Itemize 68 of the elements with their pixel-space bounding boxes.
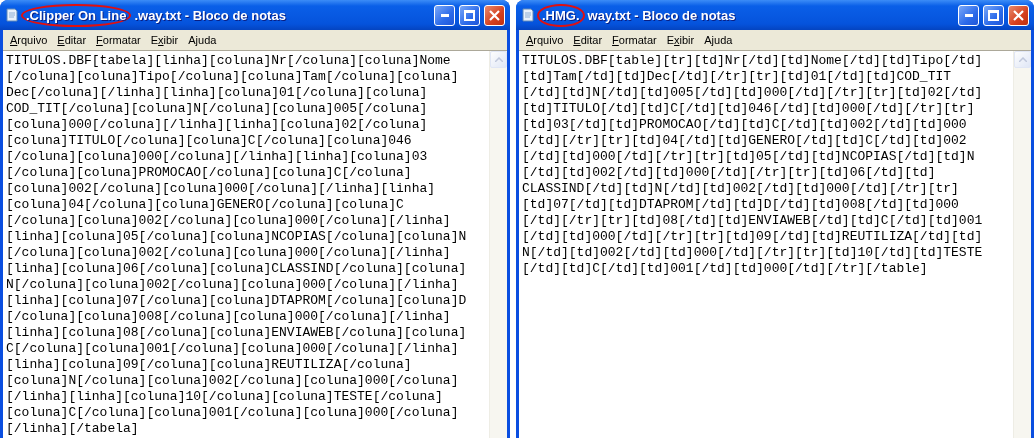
text-line: [/td][td]000[/td][/tr][tr][td]09[/td][td]REUTILIZA[/td][td] [522,229,983,245]
menu-item[interactable]: Formatar [91,31,146,49]
text-line: [/linha][/tabela] [6,421,139,437]
text-line: [td]07[/td][td]DTAPROM[/td][td]D[/td][td]008[/td][td]000 [522,197,959,213]
menu-item[interactable]: Arquivo [521,31,569,49]
text-line: [/td][/tr][tr][td]04[/td][td]GENERO[/td][td]C[/td][td]002 [522,133,967,149]
menu-item[interactable]: Editar [52,31,92,49]
text-line: COD_TIT[/coluna][coluna]N[/coluna][coluna]005[/coluna] [6,101,428,117]
menu-item[interactable]: Arquivo [5,31,53,49]
notepad-icon [520,7,536,23]
text-line: [linha][coluna]06[/coluna][coluna]CLASSIND[/coluna][coluna] [6,261,467,277]
text-line: [/td][td]N[/td][td]005[/td][td]000[/td][/tr][tr][td]02[/td] [522,85,983,101]
text-line: TITULOS.DBF[tabela][linha][coluna]Nr[/coluna][coluna]Nome [6,53,451,69]
maximize-button[interactable] [459,4,480,26]
text-line: [/coluna][coluna]002[/coluna][coluna]000[/coluna][/linha] [6,213,451,229]
maximize-icon [988,9,999,21]
text-line: C[/coluna][coluna]001[/coluna][coluna]000[/coluna][/linha] [6,341,459,357]
text-line: [coluna]C[/coluna][coluna]001[/coluna][coluna]000[/coluna] [6,405,459,421]
maximize-icon [464,9,475,21]
minimize-button[interactable] [958,4,979,26]
menu-item[interactable]: Formatar [607,31,662,49]
scrollbar[interactable] [489,51,507,438]
text-line: N[/td][td]002[/td][td]000[/td][/tr][tr][td]10[/td][td]TESTE [522,245,983,261]
minimize-icon [440,13,449,17]
text-line: [/coluna][coluna]000[/coluna][/linha][linha][coluna]03 [6,149,428,165]
text-line: [linha][coluna]08[/coluna][coluna]ENVIAWEB[/coluna][coluna] [6,325,467,341]
text-line: [coluna]N[/coluna][coluna]002[/coluna][coluna]000[/coluna] [6,373,459,389]
scrollbar[interactable] [1013,51,1031,438]
text-line: [coluna]002[/coluna][coluna]000[/coluna][/linha][linha] [6,181,436,197]
window-title: .Clipper On Line [21,3,132,27]
window-title: .way.txt - Bloco de notas [133,6,287,25]
close-icon [1013,9,1024,21]
text-line: TITULOS.DBF[table][tr][td]Nr[/td][td]Nome[/td][td]Tipo[/td] [522,53,983,69]
text-line: [linha][coluna]09[/coluna][coluna]REUTILIZA[/coluna] [6,357,412,373]
menu-item[interactable]: Exibir [661,31,700,49]
window-title: .HMG. [537,3,585,27]
menu-item[interactable]: Exibir [145,31,184,49]
text-line: [/td][td]002[/td][td]000[/td][/tr][tr][td]06[/td][td] [522,165,936,181]
text-line: [coluna]04[/coluna][coluna]GENERO[/coluna][coluna]C [6,197,404,213]
minimize-button[interactable] [434,4,455,26]
menu-item[interactable]: Ajuda [699,31,738,49]
text-line: [/coluna][coluna]Tipo[/coluna][coluna]Tam[/coluna][coluna] [6,69,459,85]
text-line: [/coluna][coluna]008[/coluna][coluna]000[/coluna][/linha] [6,309,451,325]
text-line: [td]03[/td][td]PROMOCAO[/td][td]C[/td][td]002[/td][td]000 [522,117,967,133]
close-icon [489,9,500,21]
text-line: [td]TITULO[/td][td]C[/td][td]046[/td][td]000[/td][/tr][tr] [522,101,975,117]
notepad-icon [4,7,20,23]
text-line: [/td][/tr][tr][td]08[/td][td]ENVIAWEB[/td][td]C[/td][td]001 [522,213,983,229]
text-line: [linha][coluna]07[/coluna][coluna]DTAPROM[/coluna][coluna]D [6,293,467,309]
menu-item[interactable]: Ajuda [183,31,222,49]
text-line: [coluna]000[/coluna][/linha][linha][coluna]02[/coluna] [6,117,428,133]
text-line: [/coluna][coluna]002[/coluna][coluna]000[/coluna][/linha] [6,245,451,261]
close-button[interactable] [484,4,505,26]
maximize-button[interactable] [983,4,1004,26]
text-line: N[/coluna][coluna]002[/coluna][coluna]000[/coluna][/linha] [6,277,459,293]
text-line: Dec[/coluna][/linha][linha][coluna]01[/coluna][coluna] [6,85,428,101]
text-line: [/td][td]C[/td][td]001[/td][td]000[/td][/tr][/table] [522,261,928,277]
menu-item[interactable]: Editar [568,31,608,49]
text-line: CLASSIND[/td][td]N[/td][td]002[/td][td]000[/td][/tr][tr] [522,181,959,197]
close-button[interactable] [1008,4,1029,26]
window-title: way.txt - Bloco de notas [586,6,737,25]
minimize-icon [964,13,973,17]
text-line: [/td][td]000[/td][/tr][tr][td]05[/td][td]NCOPIAS[/td][td]N [522,149,975,165]
text-line: [linha][coluna]05[/coluna][coluna]NCOPIAS[/coluna][coluna]N [6,229,467,245]
text-line: [/linha][linha][coluna]10[/coluna][coluna]TESTE[/coluna] [6,389,443,405]
text-line: [coluna]TITULO[/coluna][coluna]C[/coluna][coluna]046 [6,133,412,149]
text-line: [/coluna][coluna]PROMOCAO[/coluna][coluna]C[/coluna] [6,165,412,181]
text-line: [td]Tam[/td][td]Dec[/td][/tr][tr][td]01[/td][td]COD_TIT [522,69,952,85]
